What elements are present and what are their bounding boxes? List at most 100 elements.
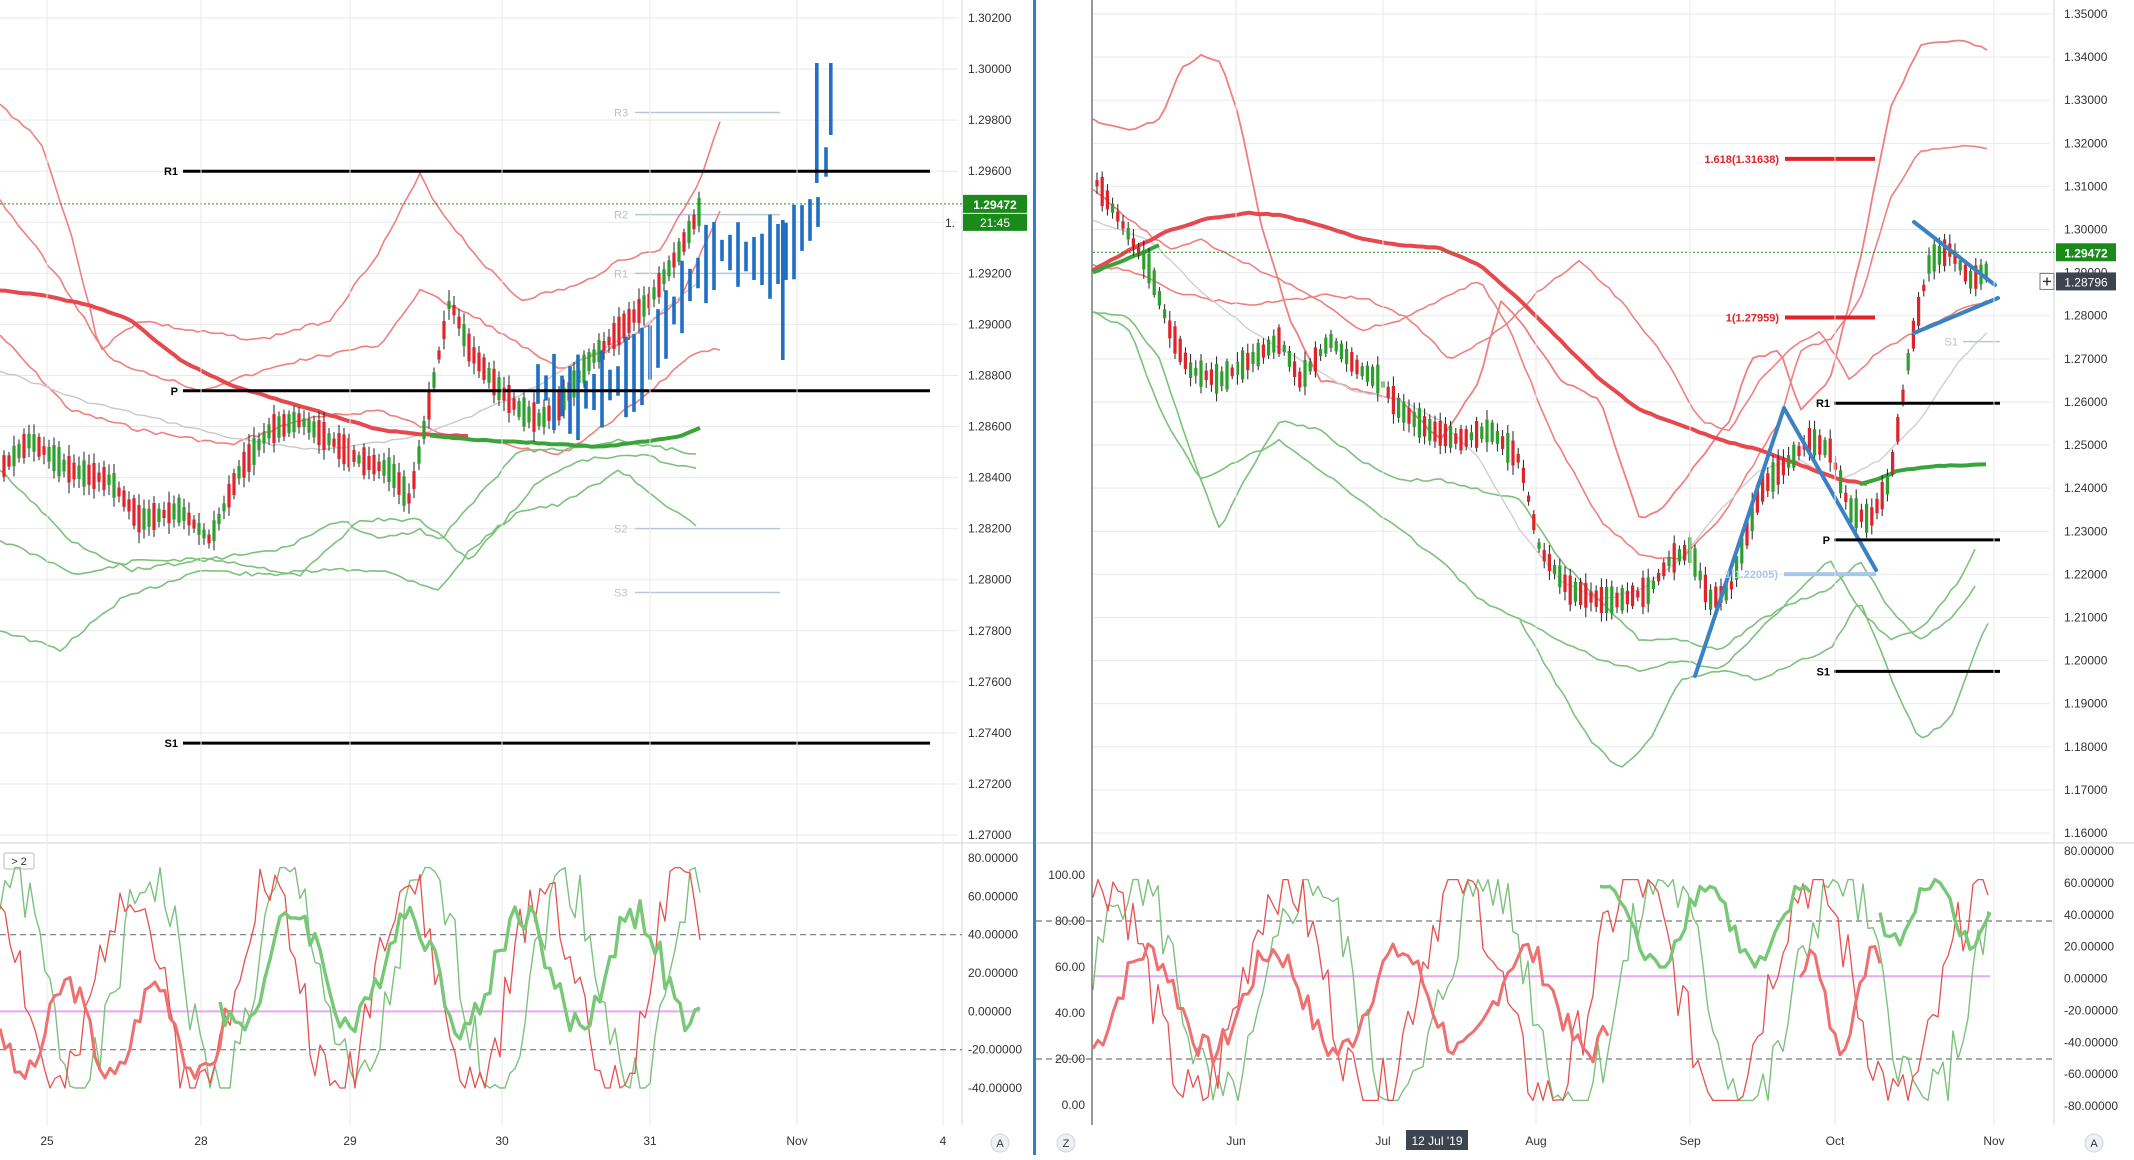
right-osc-green-thick-b [1878, 877, 1992, 951]
right-osc-right-y-tick: -80.00000 [2064, 1099, 2118, 1113]
right-candle [1183, 352, 1187, 369]
right-candle [1464, 429, 1468, 447]
right-y-tick: 1.33000 [2064, 93, 2108, 107]
left-candle [612, 322, 616, 350]
left-candle [622, 313, 626, 339]
left-candle [37, 436, 41, 457]
left-candle [537, 412, 541, 427]
left-candle [477, 352, 481, 372]
right-candle [1641, 577, 1645, 607]
left-candle [102, 466, 106, 491]
right-candle [1469, 432, 1473, 441]
projection-bar [576, 354, 580, 441]
left-level-label-P: P [171, 386, 178, 398]
right-candle [1142, 250, 1146, 270]
left-candle [307, 419, 311, 433]
left-auto-scale-label: A [996, 1138, 1004, 1150]
chart-svg: 1.302001.300001.298001.296001.294001.292… [0, 0, 2134, 1155]
right-candle [1350, 351, 1354, 372]
left-candle [62, 459, 66, 472]
right-candle [1880, 482, 1884, 510]
right-candle [1573, 581, 1577, 602]
right-osc-left-y-tick: 40.00 [1055, 1006, 1085, 1020]
left-candle [242, 451, 246, 478]
left-candle [77, 465, 81, 480]
left-candle [312, 421, 316, 438]
right-candle [1849, 498, 1853, 523]
left-x-tick: 30 [495, 1134, 509, 1148]
left-candle [107, 474, 111, 485]
left-candle [557, 391, 561, 421]
right-candle [1490, 422, 1494, 442]
left-y-tick: 1.30200 [968, 11, 1012, 25]
right-candle [1854, 498, 1858, 529]
right-osc-red-thick-b [1798, 945, 1882, 1057]
right-candle [1194, 368, 1198, 376]
left-candle [137, 504, 141, 533]
left-candle [152, 502, 156, 531]
left-candle [377, 461, 381, 472]
right-candle [1776, 458, 1780, 485]
left-candle [677, 241, 681, 262]
left-candle [572, 370, 576, 398]
left-candle [217, 513, 221, 525]
left-y-tick: 1.30000 [968, 62, 1012, 76]
left-candle [682, 232, 686, 252]
left-y-tick: 1.29200 [968, 266, 1012, 280]
left-candle [132, 498, 136, 526]
right-candle [1693, 548, 1697, 577]
right-thick-red-average [1091, 210, 1868, 486]
right-candle [1662, 562, 1666, 577]
right-osc-right-y-tick: 80.00000 [2064, 844, 2114, 858]
left-candle [527, 406, 531, 423]
right-candle [1423, 416, 1427, 437]
right-y-tick: 1.34000 [2064, 50, 2108, 64]
right-x-tick: Jun [1226, 1134, 1245, 1148]
right-candle [1553, 564, 1557, 574]
left-candle [592, 349, 596, 363]
right-candle [1251, 352, 1255, 364]
left-candle [27, 433, 31, 449]
left-candle [47, 446, 51, 462]
right-candle [1105, 190, 1109, 210]
right-candle [1407, 408, 1411, 424]
left-candle [167, 502, 171, 524]
left-candle [232, 473, 236, 495]
right-candle [1703, 574, 1707, 603]
projection-bar [608, 369, 612, 401]
faint-level-label: R2 [614, 210, 628, 222]
right-candle [1334, 340, 1338, 352]
left-candle [32, 434, 36, 452]
projection-bar [624, 336, 628, 418]
left-x-tick: 28 [194, 1134, 208, 1148]
left-osc-collapse-label: > 2 [11, 856, 27, 868]
left-y-tick: 1.29800 [968, 113, 1012, 127]
left-x-tick: Nov [786, 1134, 807, 1148]
projection-bar [560, 375, 564, 417]
left-osc-y-tick: 20.00000 [968, 966, 1018, 980]
left-candle [512, 398, 516, 410]
left-candle [302, 418, 306, 427]
left-candle [197, 522, 201, 536]
right-candle [1537, 542, 1541, 549]
right-grey-average [1092, 219, 1988, 600]
projection-bar [816, 197, 820, 227]
right-faint-level-label: S1 [1945, 337, 1958, 349]
right-candle [1417, 408, 1421, 438]
projection-bar [784, 222, 788, 280]
left-candle [652, 287, 656, 300]
left-candle [662, 269, 666, 285]
left-candle [657, 273, 661, 297]
projection-bar [584, 380, 588, 409]
left-candle [337, 433, 341, 459]
right-candle [1215, 363, 1219, 394]
projection-bar [680, 260, 684, 334]
left-candle [317, 420, 321, 446]
left-candle [57, 447, 61, 477]
left-candle [402, 476, 406, 506]
right-candle [1813, 429, 1817, 456]
left-candle [162, 509, 166, 519]
right-candle [1532, 514, 1536, 531]
left-candle [447, 300, 451, 310]
projection-bar [781, 220, 785, 360]
